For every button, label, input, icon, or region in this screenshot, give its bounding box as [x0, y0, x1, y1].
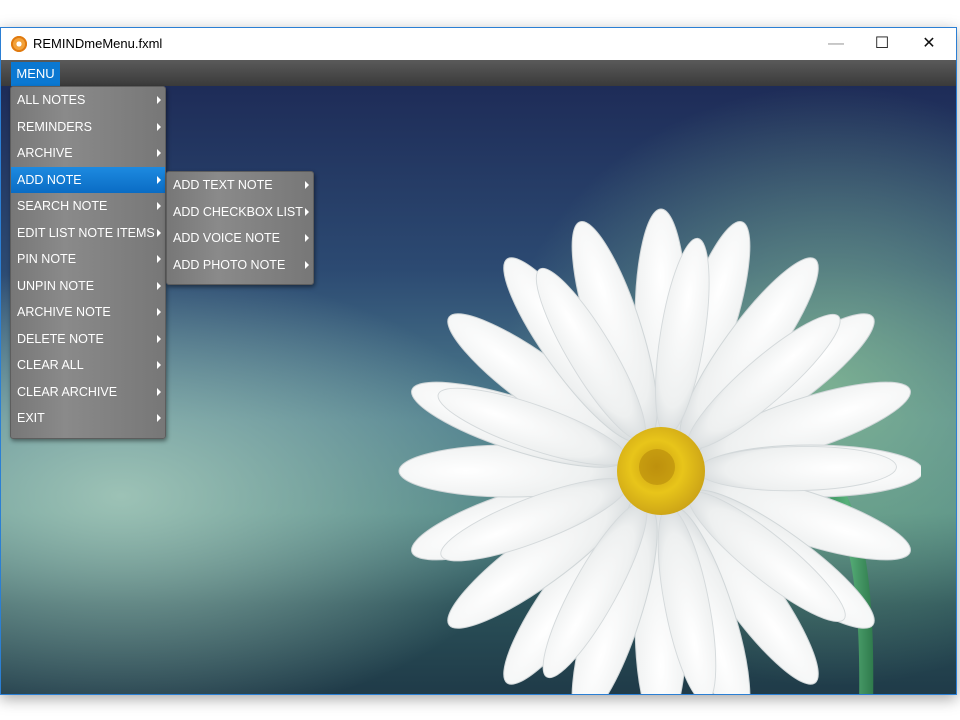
menu-item-label: UNPIN NOTE — [17, 278, 95, 293]
menu-item-clear-all[interactable]: CLEAR ALL — [11, 352, 165, 379]
chevron-right-icon — [157, 414, 161, 422]
main-dropdown-menu: ALL NOTES REMINDERS ARCHIVE ADD NOTE SEA… — [10, 86, 166, 439]
menu-item-label: CLEAR ARCHIVE — [17, 384, 118, 399]
title-bar[interactable]: REMINDmeMenu.fxml — ☐ ✕ — [1, 28, 956, 60]
submenu-item-label: ADD CHECKBOX LIST — [173, 204, 303, 219]
menu-item-label: DELETE NOTE — [17, 331, 104, 346]
chevron-right-icon — [305, 234, 309, 242]
menu-item-label: ARCHIVE NOTE — [17, 305, 111, 319]
menu-item-exit[interactable]: EXIT — [11, 405, 165, 432]
chevron-right-icon — [305, 207, 309, 216]
menu-item-reminders[interactable]: REMINDERS — [11, 114, 165, 141]
chevron-right-icon — [157, 202, 161, 210]
menu-item-label: CLEAR ALL — [17, 358, 84, 372]
menu-item-archive[interactable]: ARCHIVE — [11, 140, 165, 167]
menu-item-label: SEARCH NOTE — [17, 199, 108, 213]
chevron-right-icon — [157, 308, 161, 316]
chevron-right-icon — [157, 175, 161, 184]
menu-item-label: PIN NOTE — [17, 252, 77, 266]
submenu-item-add-checkbox-list[interactable]: ADD CHECKBOX LIST — [167, 199, 313, 226]
chevron-right-icon — [157, 361, 161, 369]
submenu-item-add-text-note[interactable]: ADD TEXT NOTE — [167, 172, 313, 199]
submenu-item-add-voice-note[interactable]: ADD VOICE NOTE — [167, 225, 313, 252]
submenu-item-label: ADD PHOTO NOTE — [173, 257, 286, 272]
menu-item-label: EDIT LIST NOTE ITEMS — [17, 225, 155, 240]
menu-item-unpin-note[interactable]: UNPIN NOTE — [11, 273, 165, 300]
menu-item-delete-note[interactable]: DELETE NOTE — [11, 326, 165, 353]
menu-item-archive-note[interactable]: ARCHIVE NOTE — [11, 299, 165, 326]
menu-item-label: ALL NOTES — [17, 93, 86, 107]
menu-item-edit-list-note-items[interactable]: EDIT LIST NOTE ITEMS — [11, 220, 165, 247]
chevron-right-icon — [157, 255, 161, 263]
app-icon — [11, 36, 27, 52]
chevron-right-icon — [305, 260, 309, 269]
chevron-right-icon — [157, 96, 161, 104]
minimize-button[interactable]: — — [813, 28, 859, 60]
menu-item-add-note[interactable]: ADD NOTE — [11, 166, 165, 193]
add-note-submenu: ADD TEXT NOTE ADD CHECKBOX LIST ADD VOIC… — [166, 171, 314, 285]
menu-item-pin-note[interactable]: PIN NOTE — [11, 246, 165, 273]
window-title: REMINDmeMenu.fxml — [33, 36, 163, 51]
submenu-item-add-photo-note[interactable]: ADD PHOTO NOTE — [167, 252, 313, 279]
menu-item-label: REMINDERS — [17, 119, 93, 134]
daisy-image — [398, 208, 921, 694]
close-button[interactable]: ✕ — [906, 28, 952, 60]
chevron-right-icon — [157, 334, 161, 343]
chevron-right-icon — [305, 181, 309, 189]
maximize-button[interactable]: ☐ — [859, 28, 905, 60]
menu-item-label: ADD NOTE — [17, 172, 82, 187]
menu-button[interactable]: MENU — [11, 62, 60, 86]
menu-item-search-note[interactable]: SEARCH NOTE — [11, 193, 165, 220]
chevron-right-icon — [157, 387, 161, 396]
menu-item-label: ARCHIVE — [17, 146, 73, 160]
menu-item-label: EXIT — [17, 411, 45, 425]
chevron-right-icon — [157, 122, 161, 131]
chevron-right-icon — [157, 228, 161, 237]
chevron-right-icon — [157, 149, 161, 157]
menu-item-clear-archive[interactable]: CLEAR ARCHIVE — [11, 379, 165, 406]
menu-item-all-notes[interactable]: ALL NOTES — [11, 87, 165, 114]
chevron-right-icon — [157, 281, 161, 290]
submenu-item-label: ADD TEXT NOTE — [173, 178, 273, 192]
menu-bar: MENU — [1, 60, 956, 86]
submenu-item-label: ADD VOICE NOTE — [173, 231, 280, 245]
